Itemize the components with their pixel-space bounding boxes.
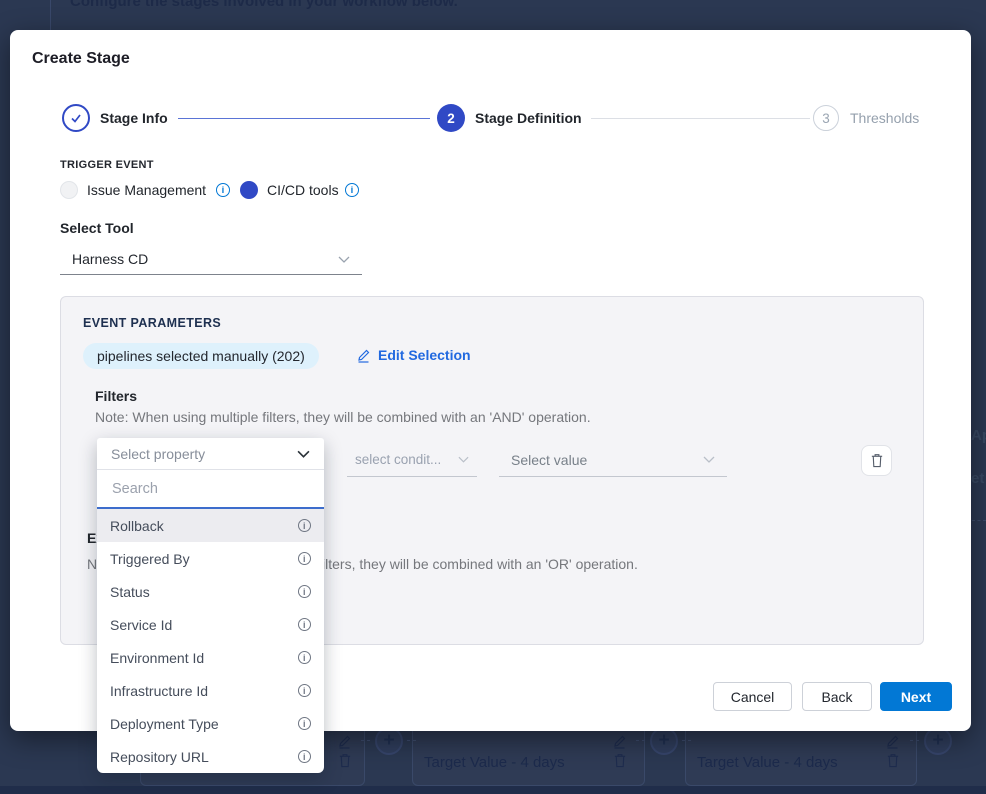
edit-icon[interactable] [337,733,352,749]
radio-cicd-tools[interactable] [240,181,258,199]
edit-selection-link[interactable]: Edit Selection [356,347,471,363]
app-root: Configure the stages involved in your wo… [0,0,986,794]
stepper-label-stage-info[interactable]: Stage Info [100,104,168,132]
info-icon[interactable]: i [298,750,312,764]
info-icon[interactable]: i [298,717,312,731]
info-icon[interactable]: i [298,618,312,632]
select-tool-label: Select Tool [60,220,134,236]
add-stage-button[interactable]: + [650,727,678,755]
condition-select[interactable]: select condit... [347,443,477,477]
dropdown-item-label: Repository URL [110,749,209,765]
connector-dash [636,740,645,741]
pipeline-selection-pill: pipelines selected manually (202) [83,343,319,369]
background-card-label: Target Value - 4 days [424,754,565,771]
info-icon[interactable]: i [298,651,312,665]
dropdown-item-triggered-by[interactable]: Triggered By i [97,542,324,575]
trigger-event-label: TRIGGER EVENT [60,159,154,171]
chevron-down-icon [338,256,350,263]
edit-icon[interactable] [885,733,900,749]
cancel-button[interactable]: Cancel [713,682,792,711]
info-icon[interactable]: i [298,552,312,566]
delete-filter-button[interactable] [861,445,892,476]
trash-icon [870,453,884,468]
property-select-dropdown: Select property Rollback i Triggered By … [97,438,324,773]
dropdown-item-status[interactable]: Status i [97,575,324,608]
info-icon[interactable]: i [298,684,312,698]
chevron-down-icon [297,450,310,458]
dropdown-item-label: Deployment Type [110,716,219,732]
stepper-step-2[interactable]: 2 [437,104,465,132]
dropdown-item-infrastructure-id[interactable]: Infrastructure Id i [97,674,324,707]
stepper-label-thresholds[interactable]: Thresholds [850,104,919,132]
dropdown-item-service-id[interactable]: Service Id i [97,608,324,641]
add-stage-button[interactable]: + [375,727,403,755]
property-placeholder: Select property [111,446,297,462]
dropdown-item-label: Infrastructure Id [110,683,208,699]
dropdown-item-deployment-type[interactable]: Deployment Type i [97,707,324,740]
stepper-step-1[interactable] [62,104,90,132]
add-stage-button[interactable]: + [924,727,952,755]
radio-label-issue-management[interactable]: Issue Management [87,181,206,199]
edit-icon [356,347,371,363]
stepper-connector [591,118,810,119]
event-parameters-header: EVENT PARAMETERS [83,316,221,330]
edit-selection-label: Edit Selection [378,347,471,363]
modal-title: Create Stage [32,50,130,68]
dropdown-item-label: Triggered By [110,551,190,567]
trash-icon[interactable] [886,753,900,768]
dropdown-item-environment-id[interactable]: Environment Id i [97,641,324,674]
dropdown-item-rollback[interactable]: Rollback i [97,509,324,542]
dropdown-item-label: Status [110,584,150,600]
stepper-step-3[interactable]: 3 [813,105,839,131]
filters-note: Note: When using multiple filters, they … [95,409,591,425]
property-select[interactable]: Select property [97,438,324,470]
background-text-fragment: Ap [971,427,986,444]
info-icon[interactable]: i [345,183,359,197]
background-page-subtitle: Configure the stages involved in your wo… [70,0,458,10]
filters-label: Filters [95,388,137,404]
tool-select-value: Harness CD [72,251,338,267]
dropdown-item-label: Service Id [110,617,172,633]
connector-dash [910,740,919,741]
connector-dash [361,740,370,741]
background-dash-fragment [972,520,986,521]
radio-issue-management[interactable] [60,181,78,199]
info-icon[interactable]: i [216,183,230,197]
back-button[interactable]: Back [802,682,872,711]
dropdown-item-repository-url[interactable]: Repository URL i [97,740,324,773]
check-icon [69,111,83,125]
stepper-label-stage-definition[interactable]: Stage Definition [475,104,582,132]
dropdown-item-label: Rollback [110,518,164,534]
condition-placeholder: select condit... [355,452,458,467]
next-button[interactable]: Next [880,682,952,711]
dropdown-item-label: Environment Id [110,650,204,666]
edit-icon[interactable] [612,733,627,749]
tool-select[interactable]: Harness CD [60,244,362,275]
background-text-fragment: et [971,470,984,487]
value-placeholder: Select value [511,452,703,468]
background-footer-strip [0,786,986,794]
background-divider [50,0,51,30]
trash-icon[interactable] [613,753,627,768]
value-select[interactable]: Select value [499,443,727,477]
info-icon[interactable]: i [298,519,312,533]
info-icon[interactable]: i [298,585,312,599]
radio-label-cicd-tools[interactable]: CI/CD tools [267,181,339,199]
dropdown-search-row [97,470,324,509]
search-input[interactable] [110,480,311,498]
chevron-down-icon [458,456,469,463]
chevron-down-icon [703,456,715,463]
trash-icon[interactable] [338,753,352,768]
stepper-connector [178,118,430,119]
background-card-label: Target Value - 4 days [697,754,838,771]
